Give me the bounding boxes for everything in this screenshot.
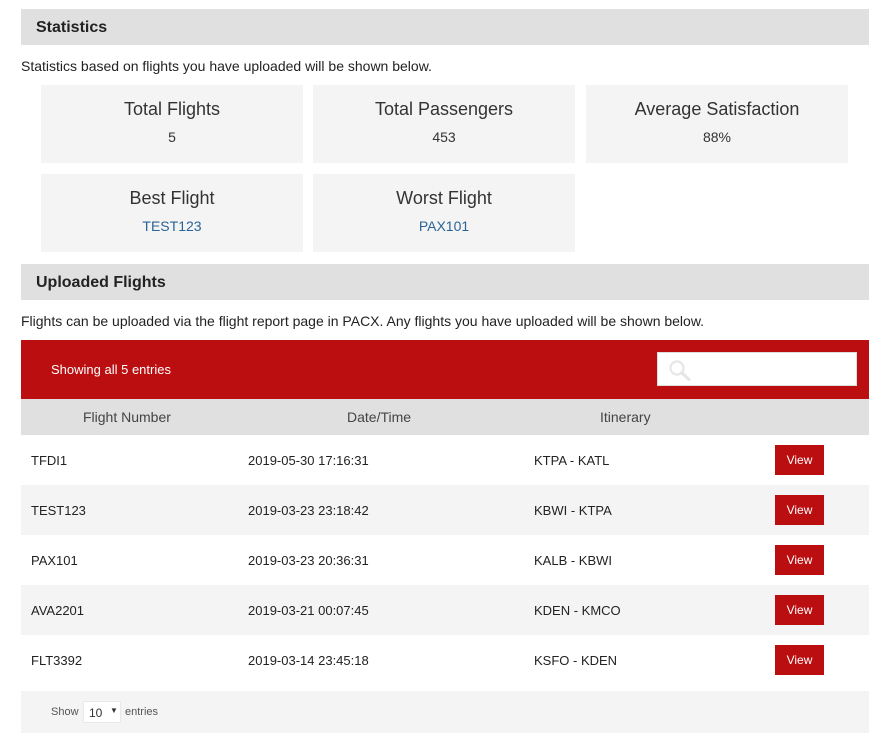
stat-value: 88% bbox=[702, 129, 732, 145]
stat-title: Best Flight bbox=[129, 188, 215, 208]
stat-title: Total Flights bbox=[123, 99, 221, 119]
flight-number-cell: TFDI1 bbox=[31, 453, 68, 468]
stat-title: Total Passengers bbox=[374, 99, 514, 119]
date-time-cell: 2019-03-21 00:07:45 bbox=[248, 603, 369, 618]
stat-value: 5 bbox=[168, 129, 176, 145]
column-itinerary[interactable]: Itinerary bbox=[600, 409, 651, 425]
itinerary-cell: KALB - KBWI bbox=[534, 553, 613, 568]
statistics-header: Statistics bbox=[21, 9, 869, 45]
entries-label: entries bbox=[125, 706, 159, 718]
stat-card-best-flight: Best Flight TEST123 bbox=[41, 174, 303, 252]
stat-value: 453 bbox=[432, 129, 456, 145]
itinerary-cell: KBWI - KTPA bbox=[534, 503, 612, 518]
table-row: PAX101 2019-03-23 20:36:31 KALB - KBWI V… bbox=[21, 535, 869, 585]
flight-number-cell: TEST123 bbox=[31, 503, 86, 518]
search-icon bbox=[669, 360, 691, 381]
statistics-description: Statistics based on flights you have upl… bbox=[21, 58, 432, 74]
flight-number-cell: FLT3392 bbox=[31, 653, 83, 668]
view-button[interactable]: View bbox=[775, 545, 824, 575]
view-button[interactable]: View bbox=[775, 645, 824, 675]
uploaded-flights-header: Uploaded Flights bbox=[21, 264, 869, 300]
stat-card-total-passengers: Total Passengers 453 bbox=[313, 85, 575, 163]
caret-down-icon: ▼ bbox=[110, 706, 118, 715]
view-button[interactable]: View bbox=[775, 495, 824, 525]
flight-number-cell: AVA2201 bbox=[31, 603, 85, 618]
table-row: TFDI1 2019-05-30 17:16:31 KTPA - KATL Vi… bbox=[21, 435, 869, 485]
date-time-cell: 2019-03-23 20:36:31 bbox=[248, 553, 369, 568]
table-row: FLT3392 2019-03-14 23:45:18 KSFO - KDEN … bbox=[21, 635, 869, 685]
uploaded-flights-description: Flights can be uploaded via the flight r… bbox=[21, 313, 705, 329]
table-header: Flight Number Date/Time Itinerary bbox=[21, 399, 869, 435]
stat-card-average-satisfaction: Average Satisfaction 88% bbox=[586, 85, 848, 163]
column-flight-number[interactable]: Flight Number bbox=[83, 409, 171, 425]
search-input[interactable] bbox=[698, 357, 852, 383]
table-footer: Show 10 ▼ entries bbox=[21, 691, 869, 733]
stat-card-worst-flight: Worst Flight PAX101 bbox=[313, 174, 575, 252]
date-time-cell: 2019-03-14 23:45:18 bbox=[248, 653, 369, 668]
entries-select-value: 10 bbox=[89, 706, 103, 720]
table-row: AVA2201 2019-03-21 00:07:45 KDEN - KMCO … bbox=[21, 585, 869, 635]
itinerary-cell: KDEN - KMCO bbox=[534, 603, 621, 618]
itinerary-cell: KSFO - KDEN bbox=[534, 653, 618, 668]
stat-title: Worst Flight bbox=[396, 188, 492, 208]
search-box[interactable] bbox=[657, 352, 857, 386]
table-row: TEST123 2019-03-23 23:18:42 KBWI - KTPA … bbox=[21, 485, 869, 535]
entries-per-page-select[interactable]: 10 ▼ bbox=[83, 701, 121, 723]
best-flight-link[interactable]: TEST123 bbox=[41, 218, 303, 234]
date-time-cell: 2019-03-23 23:18:42 bbox=[248, 503, 369, 518]
flight-number-cell: PAX101 bbox=[31, 553, 78, 568]
showing-entries-text: Showing all 5 entries bbox=[51, 362, 171, 377]
stat-title: Average Satisfaction bbox=[634, 99, 800, 119]
stat-card-total-flights: Total Flights 5 bbox=[41, 85, 303, 163]
view-button[interactable]: View bbox=[775, 445, 824, 475]
show-label: Show bbox=[51, 706, 79, 718]
date-time-cell: 2019-05-30 17:16:31 bbox=[248, 453, 369, 468]
itinerary-cell: KTPA - KATL bbox=[534, 453, 610, 468]
worst-flight-link[interactable]: PAX101 bbox=[313, 218, 575, 234]
table-toolbar: Showing all 5 entries bbox=[21, 340, 869, 399]
view-button[interactable]: View bbox=[775, 595, 824, 625]
column-date-time[interactable]: Date/Time bbox=[347, 409, 411, 425]
